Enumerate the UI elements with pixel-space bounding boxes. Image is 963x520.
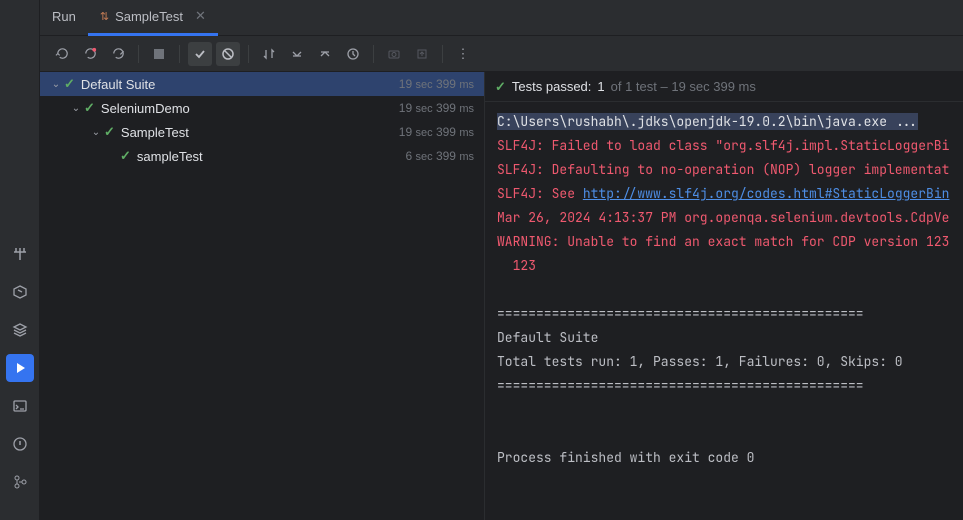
- tree-label: SampleTest: [121, 125, 399, 140]
- chevron-down-icon[interactable]: ⌄: [88, 127, 104, 138]
- console-line: ========================================…: [497, 377, 864, 394]
- structure-icon[interactable]: [6, 240, 34, 268]
- console-line: ========================================…: [497, 305, 864, 322]
- run-toolbar: ⋮: [40, 36, 963, 72]
- layers-icon[interactable]: [6, 316, 34, 344]
- toggle-auto-test-icon[interactable]: [106, 42, 130, 66]
- pass-icon: ✓: [120, 148, 131, 164]
- tab-label: SampleTest: [115, 9, 183, 24]
- test-tree: ⌄ ✓ Default Suite 19 sec 399 ms ⌄ ✓ Sele…: [40, 72, 485, 520]
- console-line: Mar 26, 2024 4:13:37 PM org.openqa.selen…: [497, 209, 949, 226]
- tree-label: sampleTest: [137, 149, 406, 164]
- pass-icon: ✓: [495, 79, 506, 95]
- show-ignored-icon[interactable]: [216, 42, 240, 66]
- test-status-bar: ✓ Tests passed: 1 of 1 test – 19 sec 399…: [485, 72, 963, 102]
- show-passed-icon[interactable]: [188, 42, 212, 66]
- run-tool-icon[interactable]: [6, 354, 34, 382]
- tree-node[interactable]: ⌄ ✓ SampleTest 19 sec 399 ms: [40, 120, 484, 144]
- console-line: Process finished with exit code 0: [497, 449, 754, 466]
- status-count: 1: [597, 79, 604, 94]
- status-label: Tests passed:: [512, 79, 592, 94]
- run-tabs: Run ⇅ SampleTest ✕: [40, 0, 963, 36]
- console-line: Total tests run: 1, Passes: 1, Failures:…: [497, 353, 903, 370]
- run-tab[interactable]: Run: [40, 0, 88, 36]
- git-icon[interactable]: [6, 468, 34, 496]
- export-icon[interactable]: [410, 42, 434, 66]
- screenshot-icon[interactable]: [382, 42, 406, 66]
- tree-label: SeleniumDemo: [101, 101, 399, 116]
- console-line: Default Suite: [497, 329, 598, 346]
- services-icon[interactable]: [6, 278, 34, 306]
- console-line: WARNING: Unable to find an exact match f…: [497, 233, 949, 250]
- chevron-down-icon[interactable]: ⌄: [48, 79, 64, 90]
- collapse-all-icon[interactable]: [313, 42, 337, 66]
- pass-icon: ✓: [64, 76, 75, 92]
- problems-icon[interactable]: [6, 430, 34, 458]
- status-detail: of 1 test – 19 sec 399 ms: [611, 79, 756, 94]
- sort-icon[interactable]: [257, 42, 281, 66]
- stop-icon[interactable]: [147, 42, 171, 66]
- sample-test-tab[interactable]: ⇅ SampleTest ✕: [88, 0, 218, 36]
- chevron-down-icon[interactable]: ⌄: [68, 103, 84, 114]
- timing: 19 sec 399 ms: [399, 125, 474, 139]
- console-line: SLF4J: Failed to load class "org.slf4j.i…: [497, 137, 949, 154]
- tree-leaf[interactable]: ✓ sampleTest 6 sec 399 ms: [40, 144, 484, 168]
- more-icon[interactable]: ⋮: [451, 42, 475, 66]
- tree-node[interactable]: ⌄ ✓ SeleniumDemo 19 sec 399 ms: [40, 96, 484, 120]
- console-line: SLF4J: Defaulting to no-operation (NOP) …: [497, 161, 949, 178]
- tree-node-suite[interactable]: ⌄ ✓ Default Suite 19 sec 399 ms: [40, 72, 484, 96]
- console-line: SLF4J: See http://www.slf4j.org/codes.ht…: [497, 185, 949, 202]
- timing: 6 sec 399 ms: [405, 149, 474, 163]
- main-panel: Run ⇅ SampleTest ✕ ⋮ ⌄ ✓ Default: [40, 0, 963, 520]
- terminal-icon[interactable]: [6, 392, 34, 420]
- timing: 19 sec 399 ms: [399, 77, 474, 91]
- close-icon[interactable]: ✕: [195, 8, 206, 24]
- test-config-icon: ⇅: [100, 10, 109, 23]
- rerun-icon[interactable]: [50, 42, 74, 66]
- console-line: 123: [497, 257, 536, 274]
- pass-icon: ✓: [104, 124, 115, 140]
- console-line: C:\Users\rushabh\.jdks\openjdk-19.0.2\bi…: [497, 113, 918, 130]
- rerun-failed-icon[interactable]: [78, 42, 102, 66]
- tool-rail: [0, 0, 40, 520]
- console-link[interactable]: http://www.slf4j.org/codes.html#StaticLo…: [583, 185, 950, 202]
- pass-icon: ✓: [84, 100, 95, 116]
- tree-label: Default Suite: [81, 77, 399, 92]
- history-icon[interactable]: [341, 42, 365, 66]
- timing: 19 sec 399 ms: [399, 101, 474, 115]
- console-output[interactable]: C:\Users\rushabh\.jdks\openjdk-19.0.2\bi…: [485, 102, 963, 520]
- expand-all-icon[interactable]: [285, 42, 309, 66]
